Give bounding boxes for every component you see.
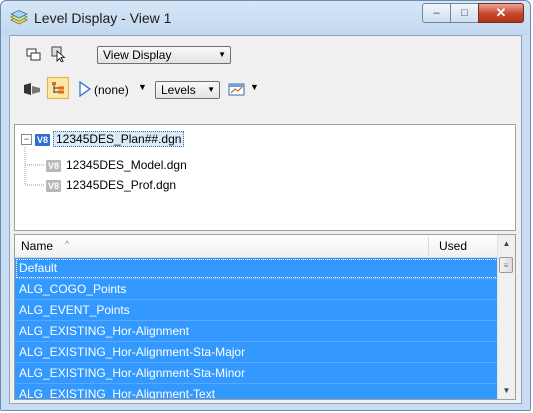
toolbar-row-2: (none) ▼ Levels ▼ ▼ xyxy=(10,76,521,104)
list-item[interactable]: Default xyxy=(15,258,499,279)
v8-file-icon: V8 xyxy=(35,133,50,146)
column-header-used[interactable]: Used xyxy=(439,235,467,257)
tree-root-item[interactable]: − V8 12345DES_Plan##.dgn xyxy=(21,130,185,148)
manager-dropdown-icon[interactable]: ▼ xyxy=(250,82,259,92)
levels-list-panel: Name ^ Used Default ALG_COGO_Points ALG_… xyxy=(14,234,516,400)
list-item[interactable]: ALG_EXISTING_Hor-Alignment-Text xyxy=(15,384,499,399)
column-divider[interactable] xyxy=(428,237,429,255)
list-item[interactable]: ALG_EXISTING_Hor-Alignment-Sta-Minor xyxy=(15,363,499,384)
minimize-icon: – xyxy=(433,7,440,19)
list-item[interactable]: ALG_EVENT_Points xyxy=(15,300,499,321)
view-display-combo[interactable]: View Display ▼ xyxy=(97,46,231,64)
level-display-window: Level Display - View 1 – □ ✕ View Displa… xyxy=(0,0,531,411)
filter-combo-value[interactable]: (none) xyxy=(94,83,129,97)
dialog-client-area: View Display ▼ (none) ▼ Levels ▼ ▼ − V8 … xyxy=(9,35,522,404)
list-header: Name ^ Used xyxy=(15,235,499,258)
tree-view-icon[interactable] xyxy=(47,77,69,99)
column-header-name[interactable]: Name xyxy=(21,235,53,257)
file-tree-panel: − V8 12345DES_Plan##.dgn V8 12345DES_Model… xyxy=(14,124,516,231)
levels-combo[interactable]: Levels ▼ xyxy=(155,81,220,99)
levels-combo-value: Levels xyxy=(161,83,196,97)
v8-file-icon: V8 xyxy=(46,159,61,172)
sort-ascending-icon: ^ xyxy=(65,239,70,249)
v8-file-icon: V8 xyxy=(46,179,61,192)
close-button[interactable]: ✕ xyxy=(478,3,524,23)
filter-icon[interactable] xyxy=(76,80,94,98)
filter-dropdown-icon[interactable]: ▼ xyxy=(138,82,147,92)
minimize-button[interactable]: – xyxy=(422,3,450,23)
maximize-button[interactable]: □ xyxy=(450,3,478,23)
title-bar[interactable]: Level Display - View 1 – □ ✕ xyxy=(1,1,530,35)
tree-child-label: 12345DES_Prof.dgn xyxy=(66,178,177,192)
level-display-icon xyxy=(10,10,28,26)
select-element-icon[interactable] xyxy=(50,45,68,63)
scroll-up-icon[interactable]: ▲ xyxy=(498,235,515,252)
collapse-icon[interactable]: − xyxy=(21,134,32,145)
list-item[interactable]: ALG_EXISTING_Hor-Alignment-Sta-Major xyxy=(15,342,499,363)
scroll-thumb[interactable]: ≡ xyxy=(499,257,513,273)
chevron-down-icon: ▼ xyxy=(207,85,215,94)
window-title: Level Display - View 1 xyxy=(34,10,172,26)
level-manager-icon[interactable] xyxy=(228,80,246,98)
view-windows-icon[interactable] xyxy=(25,46,43,64)
toolbar-row-1: View Display ▼ xyxy=(10,43,521,71)
tree-child-item[interactable]: V8 12345DES_Prof.dgn xyxy=(46,176,178,194)
list-item[interactable]: ALG_COGO_Points xyxy=(15,279,499,300)
close-icon: ✕ xyxy=(495,5,507,20)
tree-root-label: 12345DES_Plan##.dgn xyxy=(53,131,185,147)
tree-child-item[interactable]: V8 12345DES_Model.dgn xyxy=(46,156,189,174)
levels-rows: Default ALG_COGO_Points ALG_EVENT_Points… xyxy=(15,258,499,399)
view-display-value: View Display xyxy=(103,48,172,62)
level-filter-icon[interactable] xyxy=(23,80,41,98)
caption-buttons: – □ ✕ xyxy=(422,3,524,25)
maximize-icon: □ xyxy=(461,7,468,19)
scroll-down-icon[interactable]: ▼ xyxy=(498,382,515,399)
vertical-scrollbar[interactable]: ▲ ≡ ▼ xyxy=(497,235,515,399)
chevron-down-icon: ▼ xyxy=(218,50,226,59)
tree-child-label: 12345DES_Model.dgn xyxy=(66,158,187,172)
list-item[interactable]: ALG_EXISTING_Hor-Alignment xyxy=(15,321,499,342)
